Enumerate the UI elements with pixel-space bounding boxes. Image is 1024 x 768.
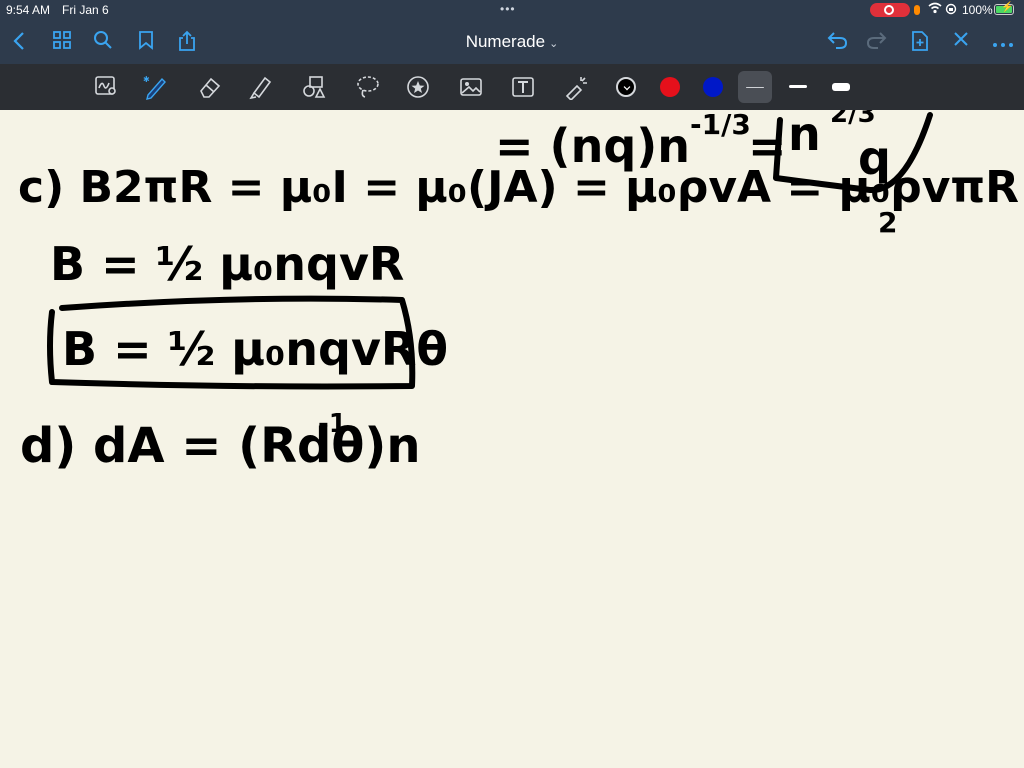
nav-bar: Numerade ⌄: [0, 20, 1024, 64]
wifi-icon: [928, 2, 942, 17]
microphone-indicator-icon: [914, 5, 920, 15]
color-red-swatch[interactable]: [660, 77, 680, 97]
stroke-size-medium[interactable]: [781, 71, 815, 103]
stroke-size-thin[interactable]: [738, 71, 772, 103]
battery-icon: ⚡: [994, 2, 1014, 15]
sticker-icon[interactable]: [405, 74, 431, 100]
hw-line-b2: B = ½ μ₀nqvRθ: [62, 322, 448, 376]
orientation-lock-icon: [945, 3, 957, 18]
multitask-dots-icon[interactable]: •••: [500, 2, 516, 16]
eraser-icon[interactable]: [197, 74, 223, 100]
text-icon[interactable]: [510, 74, 536, 100]
more-icon[interactable]: [992, 30, 1014, 54]
chevron-down-icon: ⌄: [549, 38, 559, 50]
status-bar: 9:54 AM Fri Jan 6 ••• 100% ⚡: [0, 0, 1024, 20]
battery-percentage: 100%: [962, 3, 993, 17]
redo-icon[interactable]: [866, 30, 888, 56]
laser-pointer-icon[interactable]: [563, 74, 589, 102]
hw-line-c: c) B2πR = μ₀I = μ₀(JA) = μ₀ρvA = μ₀ρvπR: [18, 162, 1019, 213]
stroke-size-thick[interactable]: [824, 71, 858, 103]
status-date: Fri Jan 6: [62, 3, 109, 17]
drawing-toolbar: ✱: [0, 64, 1024, 110]
lasso-icon[interactable]: [355, 74, 381, 100]
hw-line-d-exponent: -1: [318, 409, 347, 439]
pen-icon[interactable]: ✱: [143, 74, 169, 100]
undo-icon[interactable]: [826, 30, 848, 56]
hw-line0-exponent: -1/3: [690, 110, 751, 141]
hw-line-c-exponent: 2: [878, 206, 897, 239]
hw-boxed-n: n: [788, 110, 821, 161]
screen-recording-icon: [870, 3, 910, 17]
hw-boxed-exponent: 2/3: [830, 110, 876, 129]
svg-text:✱: ✱: [143, 75, 150, 84]
highlighter-icon[interactable]: [248, 74, 274, 100]
document-title-text: Numerade: [465, 32, 546, 51]
handwriting-layer: = (nq)n -1/3 = n 2/3 q c) B2πR = μ₀I = μ…: [18, 110, 1019, 474]
close-icon[interactable]: [952, 30, 970, 54]
note-canvas[interactable]: = (nq)n -1/3 = n 2/3 q c) B2πR = μ₀I = μ…: [0, 110, 1024, 768]
hw-line-b1: B = ½ μ₀nqvR: [50, 237, 404, 291]
add-page-icon[interactable]: [910, 30, 930, 58]
status-time: 9:54 AM: [6, 3, 51, 17]
hw-line-d: d) dA = (Rdθ)n: [20, 418, 421, 474]
color-black-swatch[interactable]: [616, 77, 636, 97]
image-icon[interactable]: [458, 74, 484, 100]
color-blue-swatch[interactable]: [703, 77, 723, 97]
handwriting-zoom-icon[interactable]: [93, 74, 119, 100]
shapes-icon[interactable]: [301, 74, 327, 100]
